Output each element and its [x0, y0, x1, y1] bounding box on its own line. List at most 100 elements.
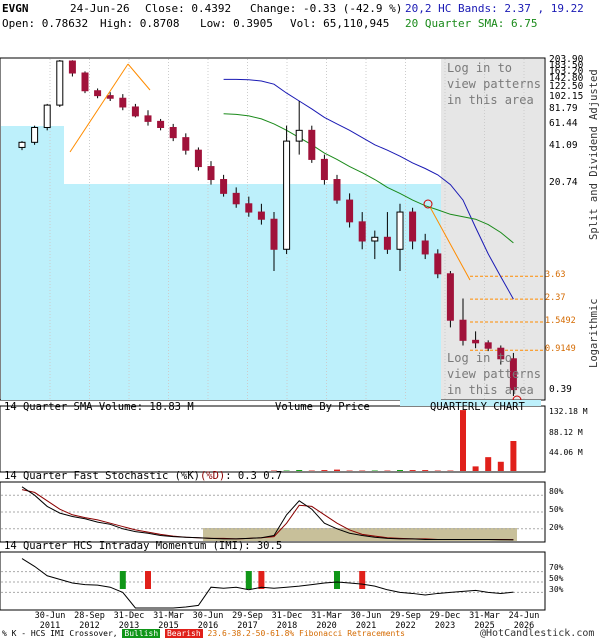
login-pattern-top[interactable]: Log in to view patterns in this area [447, 60, 541, 108]
stoch-ylabel-80: 80% [549, 487, 564, 496]
volume-bar [409, 470, 416, 471]
candle-body [43, 104, 51, 128]
date-axis-label: 30-Jun 2016 [192, 611, 224, 631]
candle-body [245, 203, 253, 213]
crossover-marker [119, 571, 126, 589]
candle-body [56, 60, 64, 106]
stoch-title-k: 14 Quarter Fast Stochastic (%K) [4, 470, 200, 482]
fib-label: 0.9149 [545, 344, 576, 355]
candle-body [320, 158, 328, 181]
candle-body [131, 106, 139, 117]
volume-bar [422, 470, 429, 471]
vol-ylabel-2: 88.12 M [549, 428, 583, 437]
date-axis-label: 29-Sep 2017 [232, 611, 263, 631]
pattern-shade [441, 59, 544, 399]
crossover-marker [359, 571, 366, 589]
vbp-block-lower [1, 184, 441, 400]
volume-bar [472, 466, 479, 471]
candle-body [421, 240, 429, 255]
price-axis-label: 20.74 [549, 176, 578, 188]
vol-ylabel-3: 44.06 M [549, 448, 583, 457]
stoch-title-values: : 0.3 0.7 [225, 470, 283, 482]
volume-title: 14 Quarter SMA Volume: 18.83 M [4, 401, 194, 413]
candle-body [169, 126, 177, 139]
crossover-marker [258, 571, 265, 589]
stoch-title-d: (%D) [199, 470, 226, 482]
footer-fib-label: 23.6-38.2-50-61.8% Fibonacci Retracement… [207, 629, 405, 638]
candle [56, 60, 64, 107]
candle-body [31, 126, 39, 143]
fib-label: 3.63 [545, 270, 566, 281]
candle-body [295, 129, 303, 142]
footer-legend: % K - HCS IMI Crossover, Bullish Bearish… [2, 629, 405, 638]
candle [31, 125, 39, 145]
candle-body [459, 319, 467, 341]
candle-body [194, 149, 202, 168]
price-axis-label: 61.44 [549, 118, 578, 130]
date-axis-label: 31-Mar 2015 [153, 611, 184, 631]
crossover-marker [245, 571, 252, 589]
candle [333, 174, 341, 204]
candle-body [358, 221, 366, 242]
footer-bearish-badge: Bearish [164, 629, 203, 638]
candle-body [383, 236, 391, 250]
candle-body [18, 141, 26, 148]
candle [43, 103, 51, 131]
split-adjusted-label: Split and Dividend Adjusted [588, 69, 600, 240]
candle-body [68, 60, 76, 74]
login-line-2: view patterns [447, 367, 541, 381]
candle-body [396, 211, 404, 250]
candle [81, 71, 89, 94]
candle-body [472, 339, 480, 344]
login-line-3: in this area [447, 383, 534, 397]
candle-body [232, 192, 240, 205]
candle [308, 125, 316, 163]
candle-body [106, 95, 114, 99]
candle-body [346, 199, 354, 223]
date-axis-label: 31-Dec 2013 [113, 611, 145, 631]
candle-body [409, 211, 417, 242]
fib-label: 1.5492 [545, 315, 576, 326]
date-axis-label: 29-Sep 2022 [390, 611, 421, 631]
date-axis-label: 30-Jun 2011 [34, 611, 66, 631]
volume-bar [460, 410, 466, 471]
candle-body [484, 342, 492, 349]
date-axis-label: 30-Jun 2021 [350, 611, 382, 631]
stoch-ylabel-50: 50% [549, 505, 564, 514]
price-axis-label: 0.39 [549, 384, 572, 395]
copyright[interactable]: @HotCandlestick.com [480, 628, 594, 639]
volume-bar [485, 457, 492, 471]
price-axis-label: 41.09 [549, 139, 578, 151]
candle-body [308, 129, 316, 160]
vol-ylabel-1: 132.18 M [549, 407, 588, 416]
candle-body [81, 72, 89, 92]
candle-body [446, 273, 454, 321]
candle-body [333, 179, 341, 201]
login-line-1: Log in to [447, 61, 513, 75]
volume-by-price-label: Volume By Price [275, 401, 370, 413]
candle-body [257, 211, 265, 220]
date-axis-label: 29-Dec 2023 [429, 611, 461, 631]
login-pattern-bottom[interactable]: Log in to view patterns in this area [447, 350, 541, 398]
login-line-1: Log in to [447, 351, 513, 365]
volume-bar [334, 469, 340, 471]
crossover-marker [334, 571, 340, 589]
candle-body [207, 166, 215, 181]
candle [446, 271, 454, 328]
price-axis-label: 81.79 [549, 103, 578, 115]
crossover-marker [145, 571, 151, 589]
imi-ylabel-50: 50% [549, 574, 564, 583]
candle [283, 125, 291, 254]
imi-ylabel-70: 70% [549, 563, 564, 572]
volume-bar [321, 470, 328, 471]
imi-ylabel-30: 30% [549, 585, 564, 594]
candle-body [119, 97, 127, 108]
date-axis-label: 31-Dec 2018 [271, 611, 303, 631]
volume-bar [296, 470, 303, 471]
candle-body [157, 120, 165, 128]
candle-body [144, 115, 152, 122]
candle-body [283, 140, 291, 250]
logarithmic-label: Logarithmic [588, 298, 600, 368]
stoch-title: 14 Quarter Fast Stochastic (%K)(%D): 0.3… [4, 470, 282, 482]
stoch-ylabel-20: 20% [549, 523, 564, 532]
